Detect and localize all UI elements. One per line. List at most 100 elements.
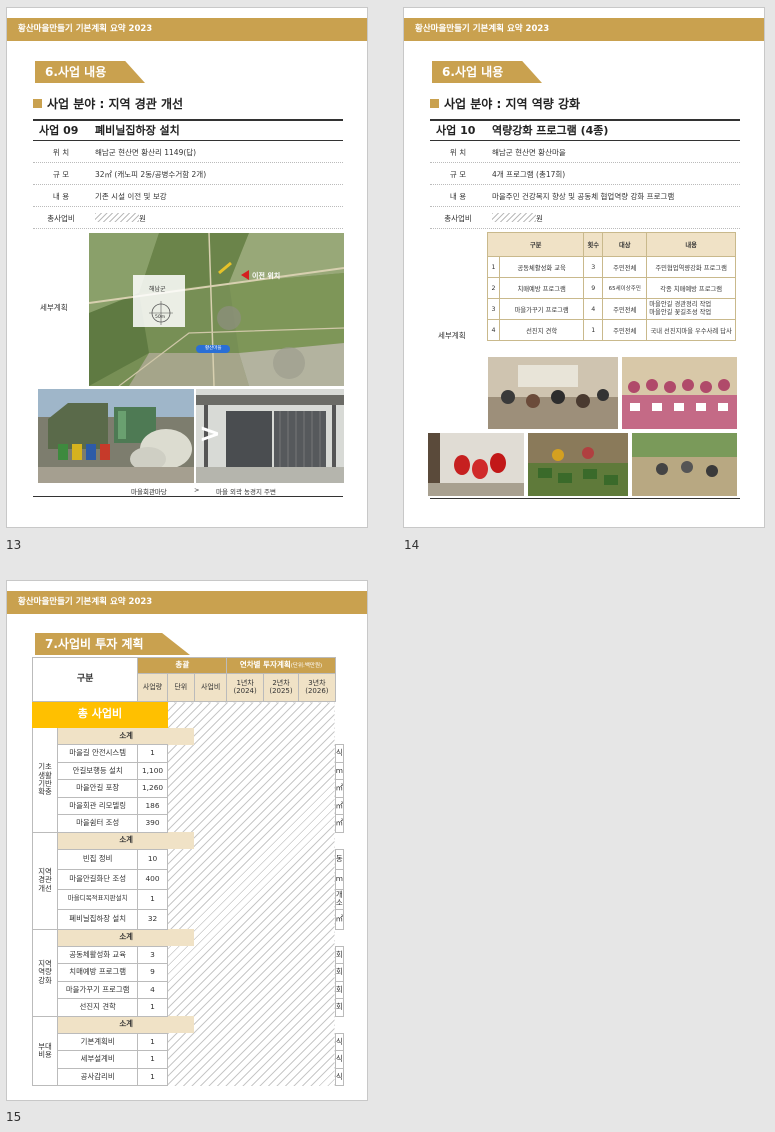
item-qty: 1 xyxy=(137,888,168,910)
item-qty: 186 xyxy=(137,796,168,815)
item-name: 마을가꾸기 프로그램 xyxy=(57,980,139,999)
item-name: 빈집 정비 xyxy=(57,848,139,870)
redacted-amount xyxy=(95,213,139,222)
item-qty: 1 xyxy=(137,1050,168,1069)
sub-header: 단위 xyxy=(166,673,195,702)
before-photo xyxy=(38,389,194,483)
item-unit: 식 xyxy=(334,1032,345,1051)
row-label: 총사업비 xyxy=(47,214,75,223)
project-number: 사업 09 xyxy=(39,124,79,137)
row-value: 32㎡ (캐노피 2동/공병수거함 2개) xyxy=(95,170,207,179)
cell-no: 1 xyxy=(487,256,500,278)
program-table: 구분 횟수 대상 내용 1 공동체활성화 교육 3 주민전체 주민협업역량강화 … xyxy=(486,232,736,341)
cell-count: 1 xyxy=(583,319,604,341)
project-name: 역량강화 프로그램 (4종) xyxy=(492,124,609,137)
sub-header: 사업비 xyxy=(193,673,228,702)
year-value: (2024) xyxy=(233,686,257,695)
yearly-unit: (단위:백만원) xyxy=(290,663,323,670)
slide-header: 황산마을만들기 기본계획 요약 2023 xyxy=(404,18,764,41)
cell-name: 마을가꾸기 프로그램 xyxy=(498,298,585,320)
item-qty: 4 xyxy=(137,980,168,999)
item-unit: ㎡ xyxy=(334,779,345,798)
row-value: 원 xyxy=(492,208,543,229)
item-unit: m xyxy=(334,761,345,780)
section-badge: 7.사업비 투자 계획 xyxy=(35,633,190,655)
item-unit: ㎡ xyxy=(334,814,345,833)
item-qty: 9 xyxy=(137,963,168,982)
project-header: 사업 10 역량강화 프로그램 (4종) xyxy=(430,119,740,141)
item-qty: 3 xyxy=(137,945,168,964)
bottom-rule xyxy=(430,498,740,499)
unit-text: 원 xyxy=(139,214,146,223)
col-header: 횟수 xyxy=(583,232,604,257)
map-marker-label: 이전 위치 xyxy=(252,272,281,280)
slide-header: 황산마을만들기 기본계획 요약 2023 xyxy=(7,591,367,614)
page-number: 14 xyxy=(404,538,420,552)
section-subtitle: 사업 분야 : 지역 경관 개선 xyxy=(33,95,183,112)
row-label: 내 용 xyxy=(449,192,467,201)
item-qty: 1 xyxy=(137,1067,168,1086)
map-place-label: 황산마을 xyxy=(205,346,222,351)
info-row-content: 내 용 마을주민 건강복지 향상 및 공동체 협업역량 강화 프로그램 xyxy=(430,186,740,207)
caption-arrow: > xyxy=(194,486,200,494)
row-value: 기존 시설 이전 및 보강 xyxy=(95,192,167,201)
section-badge: 6.사업 내용 xyxy=(432,61,542,83)
col-header: 내용 xyxy=(646,232,736,257)
table-header-row: 구분 횟수 대상 내용 xyxy=(486,232,736,257)
item-unit: 동 xyxy=(334,848,345,870)
subtitle-text: 사업 분야 : 지역 역량 강화 xyxy=(444,97,581,111)
year-header: 2년차 (2025) xyxy=(262,673,300,702)
cell-content: 국내 선진지마을 우수사례 답사 xyxy=(646,319,736,341)
item-unit: ㎡ xyxy=(334,908,345,930)
item-unit: ㎡ xyxy=(334,796,345,815)
cell-content: 마을안길 경관정리 작업 마을안길 꽃길조성 작업 xyxy=(646,298,736,320)
table-row: 1 공동체활성화 교육 3 주민전체 주민협업역량강화 프로그램 xyxy=(487,256,736,278)
item-name: 안길보행등 설치 xyxy=(57,761,139,780)
year-value: (2025) xyxy=(269,686,293,695)
subtotal-label: 소계 xyxy=(57,928,195,947)
item-name: 세부설계비 xyxy=(57,1050,139,1069)
item-qty: 1,100 xyxy=(137,761,168,780)
arrow-icon: > xyxy=(199,419,221,449)
group-label: 기초 생활 기반 확충 xyxy=(31,727,59,833)
item-name: 마을길 안전시스템 xyxy=(57,744,139,763)
item-name: 기본계획비 xyxy=(57,1032,139,1051)
group-label: 부대 비용 xyxy=(31,1015,59,1086)
item-name: 마을디목적표지판설치 xyxy=(57,888,139,910)
year-header: 1년차 (2024) xyxy=(226,673,264,702)
unit-text: 원 xyxy=(536,214,543,223)
map-county-label: 해남군 xyxy=(149,286,166,293)
item-unit: 회 xyxy=(334,945,345,964)
item-unit: 식 xyxy=(334,1050,345,1069)
row-value: 해남군 현산면 황산리 1149(답) xyxy=(95,148,197,157)
cell-target: 주민전체 xyxy=(602,256,648,278)
cell-no: 4 xyxy=(487,319,500,341)
program-photo-group xyxy=(622,357,737,429)
slide-14[interactable]: 황산마을만들기 기본계획 요약 2023 6.사업 내용 사업 분야 : 지역 … xyxy=(403,7,765,528)
col-header: 구분 xyxy=(486,232,585,257)
row-label: 총사업비 xyxy=(444,214,472,223)
item-unit: 회 xyxy=(334,998,345,1017)
slide-13[interactable]: 황산마을만들기 기본계획 요약 2023 6.사업 내용 사업 분야 : 지역 … xyxy=(6,7,368,528)
group-label: 지역 경관 개선 xyxy=(31,831,59,930)
bullet-square-icon xyxy=(430,99,439,108)
item-name: 치매예방 프로그램 xyxy=(57,963,139,982)
row-label: 내 용 xyxy=(52,192,70,201)
info-row-budget: 총사업비 원 xyxy=(33,208,343,229)
item-qty: 390 xyxy=(137,814,168,833)
cell-content: 주민협업역량강화 프로그램 xyxy=(646,256,736,278)
row-label: 위 치 xyxy=(52,148,70,157)
project-name: 폐비닐집하장 설치 xyxy=(95,124,180,137)
item-unit: m xyxy=(334,868,345,890)
slide-header: 황산마을만들기 기본계획 요약 2023 xyxy=(7,18,367,41)
item-name: 공사감리비 xyxy=(57,1067,139,1086)
project-number: 사업 10 xyxy=(436,124,476,137)
cell-content: 각종 치매예방 프로그램 xyxy=(646,277,736,299)
info-row-content: 내 용 기존 시설 이전 및 보강 xyxy=(33,186,343,207)
info-row-scale: 규 모 4개 프로그램 (총17회) xyxy=(430,164,740,185)
slide-15[interactable]: 황산마을만들기 기본계획 요약 2023 7.사업비 투자 계획 구분 총괄 연… xyxy=(6,580,368,1101)
year-value: (2026) xyxy=(305,686,329,695)
item-name: 공동체활성화 교육 xyxy=(57,945,139,964)
item-unit: 개소 xyxy=(334,888,345,910)
item-unit: 식 xyxy=(334,1067,345,1086)
